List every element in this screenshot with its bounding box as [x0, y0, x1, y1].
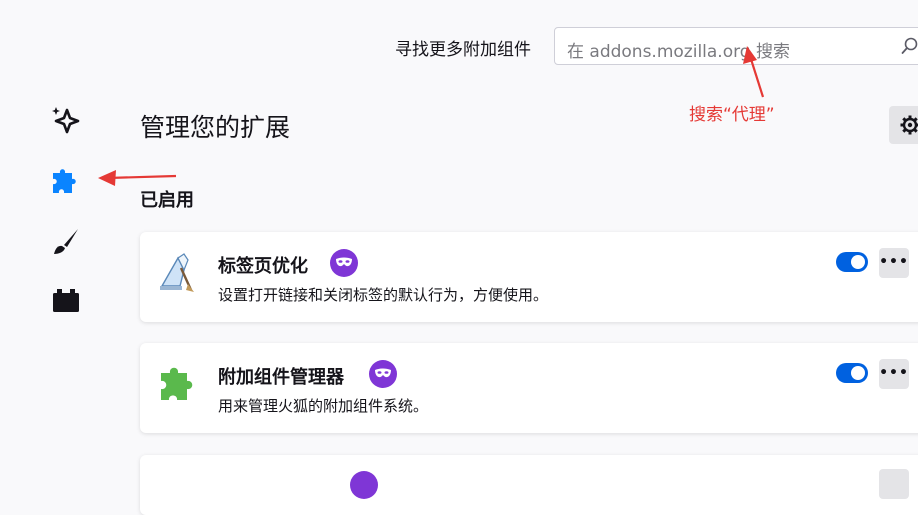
extension-name: 标签页优化	[218, 256, 308, 277]
search-placeholder: 在 addons.mozilla.org 搜索	[567, 42, 791, 62]
more-options-button[interactable]: •••	[879, 359, 909, 389]
extension-name: 附加组件管理器	[218, 367, 344, 388]
plugin-icon	[53, 289, 79, 312]
mask-icon	[375, 368, 391, 378]
addons-search-input[interactable]: 在 addons.mozilla.org 搜索	[554, 27, 918, 65]
extension-card[interactable]: 标签页优化 设置打开链接和关闭标签的默认行为，方便使用。 •••	[140, 232, 918, 322]
section-enabled-title: 已启用	[140, 190, 194, 211]
recommended-badge	[330, 249, 358, 277]
mask-icon	[336, 257, 352, 267]
extension-card[interactable]: 附加组件管理器 用来管理火狐的附加组件系统。 •••	[140, 343, 918, 433]
page-title: 管理您的扩展	[140, 113, 291, 142]
gear-icon	[900, 115, 918, 135]
annotation-text: 搜索“代理”	[689, 105, 775, 125]
recommended-badge	[350, 471, 378, 499]
sidebar-item-themes[interactable]	[50, 226, 82, 258]
brush-icon	[54, 229, 78, 254]
extension-description: 用来管理火狐的附加组件系统。	[218, 397, 429, 415]
recommended-badge	[369, 360, 397, 388]
find-more-addons-label: 寻找更多附加组件	[395, 40, 531, 60]
more-options-button[interactable]: •••	[879, 248, 909, 278]
puzzle-icon	[161, 367, 193, 400]
sidebar-item-recommendations[interactable]	[50, 104, 82, 136]
puzzle-icon	[53, 169, 76, 193]
more-options-button[interactable]	[879, 469, 909, 499]
extension-description: 设置打开链接和关闭标签的默认行为，方便使用。	[218, 286, 549, 304]
search-icon	[901, 37, 918, 54]
sparkle-icon	[52, 107, 80, 134]
sidebar-item-plugins[interactable]	[50, 284, 82, 316]
tools-button[interactable]	[889, 106, 918, 144]
extension-enable-toggle[interactable]	[836, 252, 868, 272]
arrow-left-icon	[98, 170, 177, 186]
extension-enable-toggle[interactable]	[836, 363, 868, 383]
extension-card[interactable]	[140, 455, 918, 515]
sidebar-item-extensions[interactable]	[50, 164, 82, 196]
tab-optimizer-extension-icon	[160, 253, 194, 292]
